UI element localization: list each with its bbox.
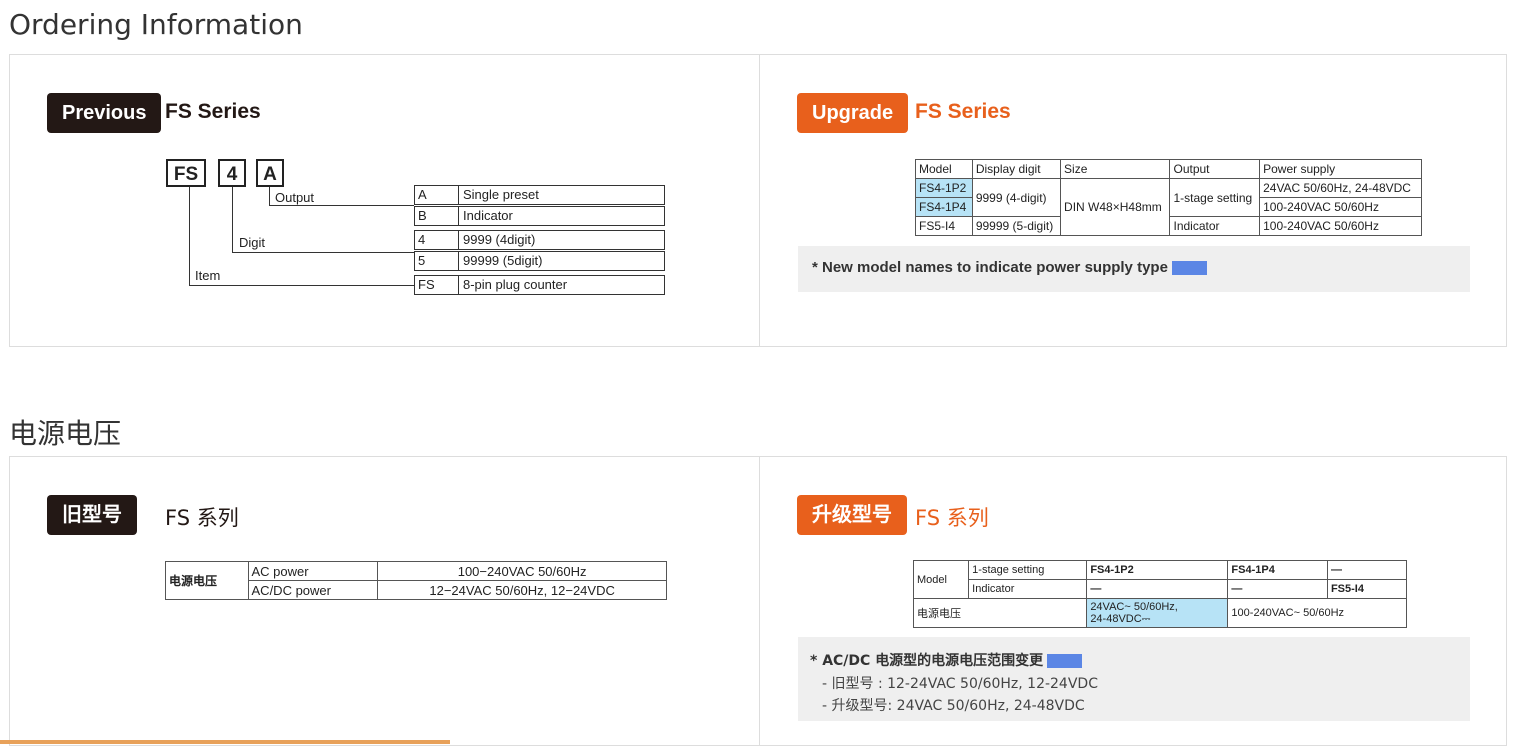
- previous-badge-cn: 旧型号: [47, 495, 137, 535]
- table-cell: FS4-1P4: [915, 197, 973, 217]
- table-row: FS4-1P2 9999 (4-digit) DIN W48×H48mm 1-s…: [915, 178, 1422, 236]
- table-cell: Indicator: [1169, 216, 1261, 236]
- option-key: A: [415, 186, 459, 204]
- table-cell: DIN W48×H48mm: [1060, 178, 1171, 236]
- table-cell: Indicator: [968, 579, 1088, 599]
- highlight-swatch: [1171, 261, 1207, 276]
- previous-series-title: FS Series: [165, 100, 261, 123]
- option-row: 5 99999 (5digit): [414, 251, 665, 271]
- table-cell: —: [1086, 579, 1229, 599]
- table-cell: FS4-1P2: [1086, 560, 1229, 580]
- table-cell: 100-240VAC~ 50/60Hz: [1227, 598, 1407, 628]
- table-cell: 24VAC 50/60Hz, 24-48VDC: [1259, 178, 1422, 198]
- connector-output-h: [269, 205, 414, 206]
- table-header: Size: [1060, 159, 1171, 179]
- upgrade-spec-table: Model Display digit Size Output Power su…: [915, 159, 1422, 236]
- table-cell: AC/DC power: [247, 580, 379, 600]
- table-cell: 100-240VAC 50/60Hz: [1259, 197, 1422, 217]
- table-cell: —: [1326, 560, 1408, 580]
- upgrade-power-table: Model 1-stage setting FS4-1P2 FS4-1P4 — …: [912, 560, 1408, 628]
- table-cell: 电源电压: [165, 561, 249, 600]
- table-header: Model: [915, 159, 973, 179]
- connector-digit-v: [232, 187, 233, 252]
- option-row: A Single preset: [414, 185, 665, 205]
- table-cell: FS4-1P2: [915, 178, 973, 198]
- voltage-line-1: 24VAC~ 50/60Hz,: [1090, 601, 1178, 613]
- highlight-swatch: [1047, 654, 1083, 668]
- option-key: B: [415, 207, 459, 225]
- ordering-section-title: Ordering Information: [9, 8, 303, 41]
- upgrade-note-box: * New model names to indicate power supp…: [798, 246, 1470, 292]
- upgrade-note-box-cn: * AC/DC 电源型的电源电压范围变更 - 旧型号 : 12-24VAC 50…: [798, 637, 1470, 721]
- option-row: B Indicator: [414, 206, 665, 226]
- connector-item-h: [189, 285, 414, 286]
- code-box-digit: 4: [218, 159, 246, 187]
- table-row: Model 1-stage setting FS4-1P2 FS4-1P4 —: [912, 560, 1408, 599]
- option-row: FS 8-pin plug counter: [414, 275, 665, 295]
- previous-series-title-cn: FS 系列: [165, 506, 239, 530]
- previous-power-table: 电源电压 AC power 100−240VAC 50/60Hz AC/DC p…: [165, 561, 667, 600]
- note-line: - 旧型号 : 12-24VAC 50/60Hz, 12-24VDC: [822, 676, 1098, 692]
- upgrade-badge-cn: 升级型号: [797, 495, 907, 535]
- code-box-fs: FS: [166, 159, 206, 187]
- table-header: Display digit: [971, 159, 1062, 179]
- upgrade-note-text: * New model names to indicate power supp…: [812, 259, 1168, 276]
- ordering-panel: Previous FS Series FS 4 A Output Digit I…: [9, 54, 1507, 347]
- table-cell: 99999 (5-digit): [971, 216, 1062, 236]
- note-line: - 升级型号: 24VAC 50/60Hz, 24-48VDC: [822, 698, 1085, 714]
- table-cell: 1-stage setting: [968, 560, 1088, 580]
- upgrade-badge: Upgrade: [797, 93, 909, 133]
- table-row: 电源电压 AC power 100−240VAC 50/60Hz: [165, 561, 667, 600]
- previous-badge: Previous: [47, 93, 162, 133]
- table-row: 电源电压 24VAC~ 50/60Hz, 24-48VDC⎓ 100-240VAC…: [912, 598, 1407, 628]
- table-cell: FS5-I4: [1326, 579, 1408, 599]
- code-box-output: A: [256, 159, 284, 187]
- option-value: 99999 (5digit): [463, 253, 543, 268]
- panel-divider: [759, 457, 760, 745]
- table-cell: —: [1227, 579, 1328, 599]
- table-cell: Model: [912, 560, 970, 599]
- table-cell: FS5-I4: [915, 216, 973, 236]
- table-header: Output: [1169, 159, 1261, 179]
- table-cell: AC power: [247, 561, 379, 581]
- output-label: Output: [275, 190, 315, 205]
- table-cell: 电源电压: [912, 598, 1088, 628]
- panel-divider: [759, 55, 760, 346]
- table-cell: 1-stage setting: [1169, 178, 1261, 217]
- voltage-line-2: 24-48VDC⎓: [1090, 613, 1151, 625]
- option-key: 5: [415, 252, 459, 270]
- option-value: Single preset: [463, 187, 539, 202]
- scroll-indicator: [0, 740, 450, 744]
- connector-digit-h: [232, 252, 414, 253]
- upgrade-series-title: FS Series: [915, 100, 1011, 123]
- option-value: Indicator: [463, 208, 513, 223]
- connector-item-v: [189, 187, 190, 285]
- power-panel: 旧型号 FS 系列 电源电压 AC power 100−240VAC 50/60…: [9, 456, 1507, 746]
- table-cell: 100−240VAC 50/60Hz: [377, 561, 667, 581]
- connector-output-v: [269, 187, 270, 205]
- table-cell: 100-240VAC 50/60Hz: [1259, 216, 1422, 236]
- note-title: * AC/DC 电源型的电源电压范围变更: [810, 653, 1044, 669]
- table-cell: 24VAC~ 50/60Hz, 24-48VDC⎓: [1086, 598, 1229, 628]
- table-cell: FS4-1P4: [1227, 560, 1328, 580]
- table-cell: 12−24VAC 50/60Hz, 12−24VDC: [377, 580, 667, 600]
- option-value: 9999 (4digit): [463, 232, 536, 247]
- table-cell: 9999 (4-digit): [971, 178, 1062, 217]
- item-label: Item: [195, 268, 221, 283]
- option-row: 4 9999 (4digit): [414, 230, 665, 250]
- table-row: Model Display digit Size Output Power su…: [915, 159, 1422, 179]
- power-section-title: 电源电压: [9, 417, 122, 450]
- upgrade-series-title-cn: FS 系列: [915, 506, 989, 530]
- digit-label: Digit: [239, 235, 266, 250]
- option-value: 8-pin plug counter: [463, 277, 568, 292]
- table-header: Power supply: [1259, 159, 1422, 179]
- option-key: FS: [415, 276, 459, 294]
- table-row: Indicator — — FS5-I4: [914, 579, 1408, 599]
- option-key: 4: [415, 231, 459, 249]
